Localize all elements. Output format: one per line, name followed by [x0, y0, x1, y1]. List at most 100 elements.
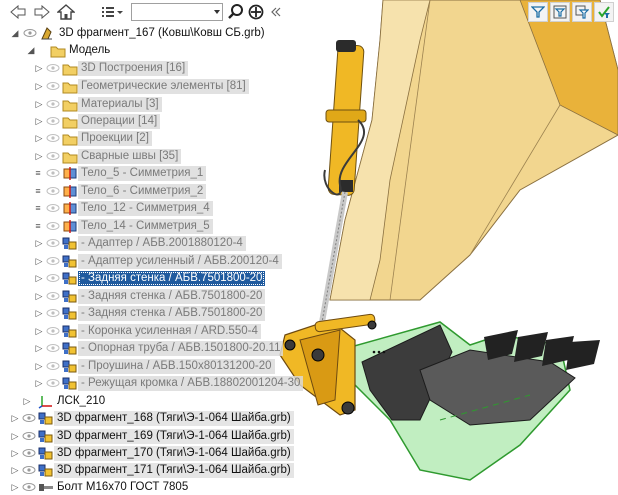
tree-label: Операции [14]: [78, 114, 161, 129]
tree-label: Тело_12 - Симметрия_4: [78, 201, 213, 216]
eye-icon[interactable]: [46, 133, 60, 143]
part-fragment-icon: [38, 464, 53, 477]
search-input[interactable]: [132, 4, 210, 20]
symmetry-body-icon: [63, 167, 77, 180]
tree-label: 3D Построения [16]: [78, 61, 189, 76]
tree-label: - Задняя стенка / АБВ.7501800-20: [78, 271, 266, 286]
check-filter-icon[interactable]: [594, 2, 614, 22]
eye-icon[interactable]: [46, 238, 60, 248]
filter-settings-icon[interactable]: [572, 2, 592, 22]
expand-arrow-icon[interactable]: ▷: [34, 238, 44, 248]
eye-icon[interactable]: [23, 28, 37, 38]
eye-icon[interactable]: [46, 99, 60, 109]
collapse-arrow-icon[interactable]: ◢: [10, 28, 20, 38]
expand-arrow-icon[interactable]: ▷: [34, 81, 44, 91]
symmetry-body-icon: [63, 185, 77, 198]
eye-icon[interactable]: [46, 186, 60, 196]
tree-label: 3D фрагмент_170 (Тяги\Э-1-064 Шайба.grb): [54, 446, 294, 461]
tree-label: Болт М16х70 ГОСТ 7805: [57, 481, 189, 493]
tree-label: Модель: [69, 44, 111, 56]
eye-icon[interactable]: [46, 116, 60, 126]
tree-label: - Проушина / АБВ.150х80131200-20: [78, 359, 275, 374]
tree-label: - Задняя стенка / АБВ.7501800-20: [78, 289, 266, 304]
search-icon[interactable]: [226, 2, 246, 22]
bolt-icon: [39, 484, 53, 491]
fragment-3d-icon: [41, 27, 52, 40]
arrow-left-icon[interactable]: [8, 2, 28, 22]
expand-arrow-icon[interactable]: ▷: [34, 291, 44, 301]
folder-icon: [62, 82, 78, 94]
eye-icon[interactable]: [22, 465, 36, 475]
tree-label: - Адаптер / АБВ.2001880120-4: [78, 236, 246, 251]
part-fragment-icon: [62, 272, 77, 285]
eye-icon[interactable]: [46, 326, 60, 336]
eye-icon[interactable]: [46, 308, 60, 318]
excavator-boom: [329, 0, 618, 301]
eye-icon[interactable]: [46, 81, 60, 91]
arrow-right-icon[interactable]: [32, 2, 52, 22]
eye-icon[interactable]: [22, 448, 36, 458]
chevron-down-icon[interactable]: [214, 10, 220, 14]
eye-icon[interactable]: [46, 168, 60, 178]
tree-label: Геометрические элементы [81]: [78, 79, 249, 94]
part-fragment-icon: [62, 325, 77, 338]
expand-arrow-icon[interactable]: ▷: [34, 361, 44, 371]
eye-icon[interactable]: [46, 343, 60, 353]
expand-arrow-icon[interactable]: ▷: [10, 448, 20, 458]
part-fragment-icon: [62, 290, 77, 303]
folder-icon: [62, 117, 78, 129]
tree-label: Тело_6 - Симметрия_2: [78, 184, 207, 199]
expand-arrow-icon[interactable]: ▷: [10, 413, 20, 423]
list-menu-icon[interactable]: [100, 2, 126, 22]
expand-arrow-icon[interactable]: ▷: [34, 256, 44, 266]
expand-arrow-icon[interactable]: ▷: [34, 378, 44, 388]
bucket: [339, 321, 600, 481]
filter-window-icon[interactable]: [550, 2, 570, 22]
expand-arrow-icon[interactable]: ▷: [10, 431, 20, 441]
home-icon[interactable]: [56, 2, 76, 22]
expand-arrow-icon[interactable]: ▷: [34, 308, 44, 318]
part-fragment-icon: [62, 342, 77, 355]
folder-icon: [62, 100, 78, 112]
collapse-panel-icon[interactable]: [266, 2, 286, 22]
eye-icon[interactable]: [46, 361, 60, 371]
eye-icon[interactable]: [46, 378, 60, 388]
tree-label: Материалы [3]: [78, 97, 162, 112]
menu-lines-icon: ≡: [35, 203, 41, 213]
expand-arrow-icon[interactable]: ▷: [34, 116, 44, 126]
expand-arrow-icon[interactable]: ▷: [34, 273, 44, 283]
expand-arrow-icon[interactable]: ▷: [34, 133, 44, 143]
expand-arrow-icon[interactable]: ▷: [34, 63, 44, 73]
eye-icon[interactable]: [46, 203, 60, 213]
eye-icon[interactable]: [46, 291, 60, 301]
collapse-arrow-icon[interactable]: ◢: [26, 45, 36, 55]
search-field[interactable]: [131, 3, 223, 21]
expand-arrow-icon[interactable]: ▷: [34, 343, 44, 353]
tree-label: 3D фрагмент_169 (Тяги\Э-1-064 Шайба.grb): [54, 429, 294, 444]
expand-arrow-icon[interactable]: ▷: [10, 482, 20, 492]
expand-arrow-icon[interactable]: ▷: [34, 99, 44, 109]
eye-icon[interactable]: [22, 482, 36, 492]
part-fragment-icon: [62, 237, 77, 250]
tree-label: Сварные швы [35]: [78, 149, 182, 164]
eye-icon[interactable]: [46, 63, 60, 73]
filter-icon[interactable]: [528, 2, 548, 22]
eye-icon[interactable]: [46, 221, 60, 231]
symmetry-body-icon: [63, 220, 77, 233]
eye-icon[interactable]: [46, 151, 60, 161]
part-fragment-icon: [38, 430, 53, 443]
expand-arrow-icon[interactable]: ▷: [22, 396, 32, 406]
tree-label: ЛСК_210: [57, 395, 106, 407]
expand-arrow-icon[interactable]: ▷: [10, 465, 20, 475]
tree-label: - Режущая кромка / АБВ.18802001204-30: [78, 376, 304, 391]
eye-icon[interactable]: [22, 431, 36, 441]
expand-arrow-icon[interactable]: ▷: [34, 151, 44, 161]
menu-lines-icon: ≡: [35, 186, 41, 196]
menu-lines-icon: ≡: [35, 168, 41, 178]
eye-icon[interactable]: [22, 413, 36, 423]
symmetry-body-icon: [63, 202, 77, 215]
target-icon[interactable]: [246, 2, 266, 22]
expand-arrow-icon[interactable]: ▷: [34, 326, 44, 336]
eye-icon[interactable]: [46, 256, 60, 266]
eye-icon[interactable]: [46, 273, 60, 283]
